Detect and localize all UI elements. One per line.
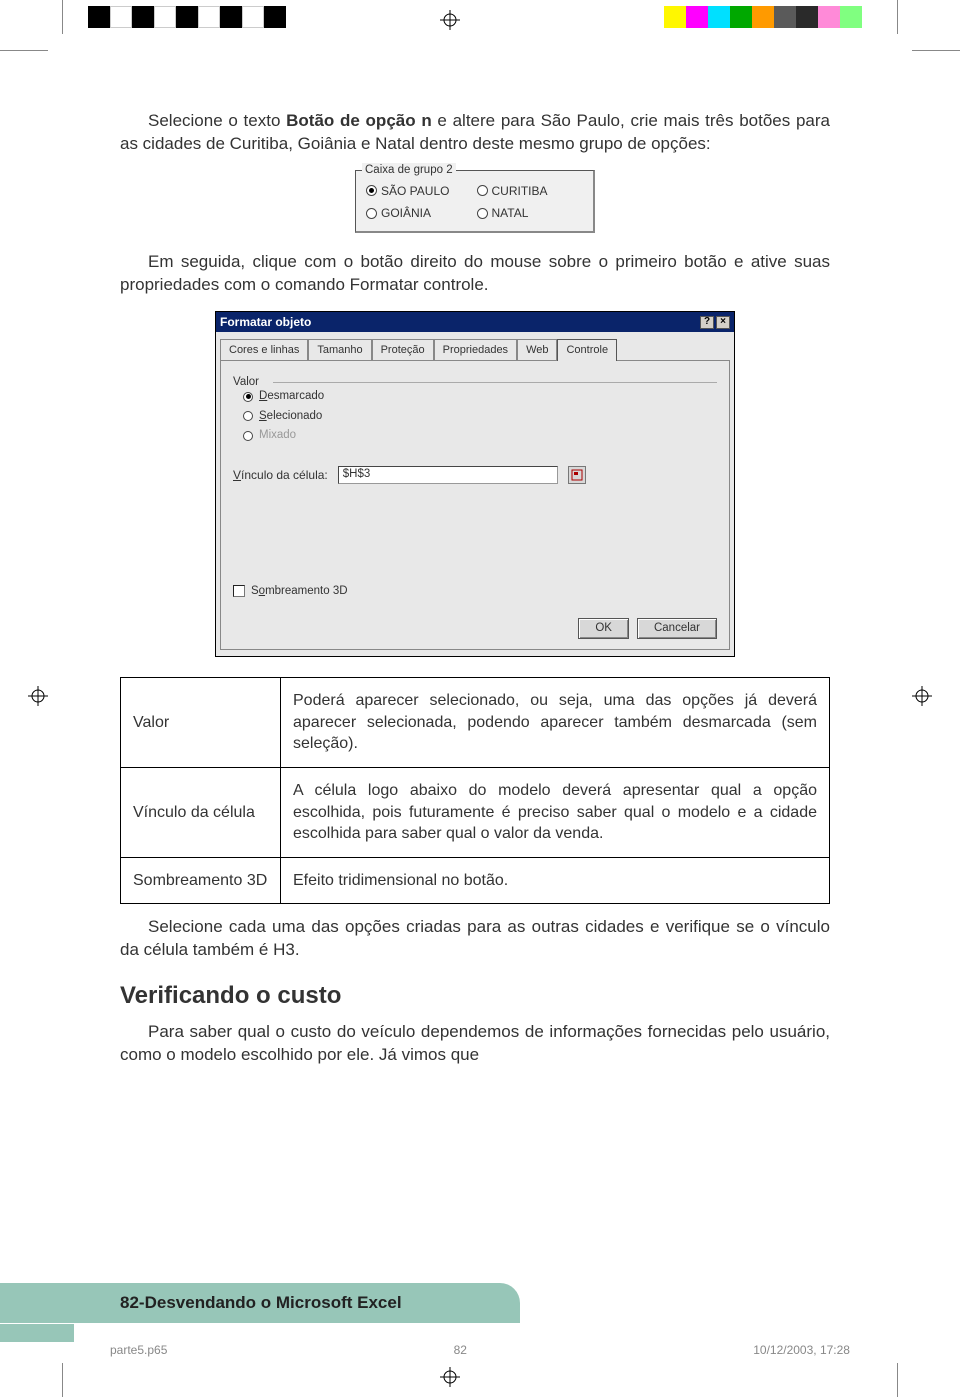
- radio-mixado: Mixado: [243, 428, 707, 444]
- format-object-dialog: Formatar objeto ? × Cores e linhas Taman…: [215, 311, 735, 657]
- footer-page: 82: [454, 1343, 467, 1357]
- text-run-bold: Botão de opção n: [286, 111, 432, 130]
- radio-icon: [366, 185, 377, 196]
- definition-table: Valor Poderá aparecer selecionado, ou se…: [120, 677, 830, 904]
- sombreamento-row[interactable]: Sombreamento 3D: [233, 584, 348, 600]
- radio-goiania[interactable]: GOIÂNIA: [366, 205, 473, 221]
- sombreamento-label: Sombreamento 3D: [251, 584, 348, 600]
- document-footer: parte5.p65 82 10/12/2003, 17:28: [110, 1343, 850, 1357]
- dialog-tabpanel: Valor Desmarcado Selecionado Mixado Vínc…: [220, 360, 730, 650]
- radio-sao-paulo[interactable]: SÃO PAULO: [366, 183, 473, 199]
- table-row: Sombreamento 3D Efeito tridimensional no…: [121, 857, 830, 904]
- paragraph: Selecione cada uma das opções criadas pa…: [120, 916, 830, 962]
- ref-edit-button[interactable]: [568, 466, 586, 484]
- desc-cell: Poderá aparecer selecionado, ou seja, um…: [281, 678, 830, 768]
- crop-mark: [912, 50, 960, 51]
- radio-icon: [243, 411, 253, 421]
- close-button[interactable]: ×: [716, 316, 730, 329]
- radio-label: CURITIBA: [492, 183, 548, 199]
- color-bar-left: [88, 6, 286, 28]
- tab-protecao[interactable]: Proteção: [372, 339, 434, 361]
- valor-fieldset: Valor Desmarcado Selecionado Mixado: [233, 375, 717, 452]
- table-row: Valor Poderá aparecer selecionado, ou se…: [121, 678, 830, 768]
- table-row: Vínculo da célula A célula logo abaixo d…: [121, 767, 830, 857]
- radio-icon: [243, 431, 253, 441]
- radio-icon: [366, 208, 377, 219]
- desc-cell: Efeito tridimensional no botão.: [281, 857, 830, 904]
- dialog-tabstrip: Cores e linhas Tamanho Proteção Propried…: [216, 332, 734, 360]
- tab-cores-linhas[interactable]: Cores e linhas: [220, 339, 308, 361]
- radio-icon: [477, 185, 488, 196]
- checkbox-icon: [233, 585, 245, 597]
- desc-cell: A célula logo abaixo do modelo deverá ap…: [281, 767, 830, 857]
- page-number: 82: [120, 1293, 139, 1313]
- footer-file: parte5.p65: [110, 1343, 167, 1357]
- crop-mark: [0, 50, 48, 51]
- crop-mark: [897, 0, 898, 34]
- book-title: Desvendando o Microsoft Excel: [145, 1293, 402, 1313]
- footer-datetime: 10/12/2003, 17:28: [753, 1343, 850, 1357]
- radio-curitiba[interactable]: CURITIBA: [477, 183, 584, 199]
- dialog-title: Formatar objeto: [220, 314, 311, 330]
- valor-label: Valor: [233, 375, 263, 391]
- radio-label: NATAL: [492, 205, 529, 221]
- tab-web[interactable]: Web: [517, 339, 557, 361]
- radio-icon: [477, 208, 488, 219]
- text-run: Selecione o texto: [148, 111, 286, 130]
- tab-propriedades[interactable]: Propriedades: [434, 339, 517, 361]
- groupbox-figure: Caixa de grupo 2 SÃO PAULO CURITIBA GOIÂ…: [355, 170, 595, 233]
- crop-mark: [62, 0, 63, 34]
- option-group-box: Caixa de grupo 2 SÃO PAULO CURITIBA GOIÂ…: [355, 170, 595, 233]
- opt-label: Mixado: [259, 428, 296, 444]
- term-cell: Valor: [121, 678, 281, 768]
- paragraph: Para saber qual o custo do veículo depen…: [120, 1021, 830, 1067]
- ok-button[interactable]: OK: [578, 618, 629, 640]
- radio-selecionado[interactable]: Selecionado: [243, 409, 707, 425]
- crop-mark: [62, 1363, 63, 1397]
- paragraph: Em seguida, clique com o botão direito d…: [120, 251, 830, 297]
- radio-label: SÃO PAULO: [381, 183, 449, 199]
- tab-controle[interactable]: Controle: [557, 339, 617, 361]
- registration-mark-icon: [912, 686, 932, 706]
- radio-desmarcado[interactable]: Desmarcado: [243, 389, 707, 405]
- opt-label-rest: esmarcado: [267, 390, 324, 402]
- term-cell: Sombreamento 3D: [121, 857, 281, 904]
- term-cell: Vínculo da célula: [121, 767, 281, 857]
- dialog-titlebar: Formatar objeto ? ×: [216, 312, 734, 332]
- registration-mark-icon: [28, 686, 48, 706]
- vinculo-row: Vínculo da célula: $H$3: [233, 466, 717, 484]
- registration-mark-icon: [440, 1367, 460, 1387]
- groupbox-legend: Caixa de grupo 2: [362, 163, 456, 179]
- radio-icon: [243, 392, 253, 402]
- page-footer-band: 82 - Desvendando o Microsoft Excel: [0, 1283, 520, 1323]
- page-body: Selecione o texto Botão de opção n e alt…: [120, 110, 830, 1080]
- radio-natal[interactable]: NATAL: [477, 205, 584, 221]
- paragraph: Selecione o texto Botão de opção n e alt…: [120, 110, 830, 156]
- cancel-button[interactable]: Cancelar: [637, 618, 717, 640]
- color-bar-right: [664, 6, 862, 28]
- section-heading: Verificando o custo: [120, 980, 830, 1012]
- vinculo-label: Vínculo da célula:: [233, 467, 328, 483]
- radio-label: GOIÂNIA: [381, 205, 431, 221]
- help-button[interactable]: ?: [700, 316, 714, 329]
- registration-mark-icon: [440, 10, 460, 30]
- page-footer-tab: [0, 1324, 74, 1342]
- vinculo-input[interactable]: $H$3: [338, 466, 558, 484]
- crop-mark: [897, 1363, 898, 1397]
- ref-edit-icon: [571, 469, 583, 481]
- tab-tamanho[interactable]: Tamanho: [308, 339, 371, 361]
